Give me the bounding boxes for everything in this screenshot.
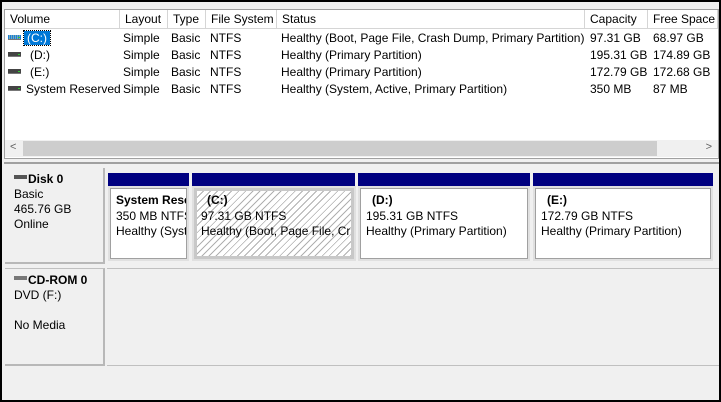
col-capacity[interactable]: Capacity — [585, 10, 648, 29]
file-system: NTFS — [210, 31, 242, 45]
cdrom-type: DVD (F:) — [14, 288, 62, 302]
volume-row[interactable]: System Reserved Simple Basic NTFS Health… — [5, 80, 718, 97]
disk-type: Basic — [14, 187, 44, 201]
type: Basic — [171, 65, 201, 79]
partition-bar — [533, 173, 713, 186]
capacity: 172.79 GB — [590, 65, 648, 79]
drive-icon — [8, 52, 21, 57]
partition-system-reserved[interactable]: System Rese 350 MB NTFS Healthy (Syst — [108, 186, 189, 261]
disk-icon — [14, 174, 27, 179]
volume-name: (C:) — [23, 30, 51, 46]
file-system: NTFS — [210, 65, 242, 79]
free-space: 172.68 GB — [653, 65, 711, 79]
partition-name: (D:) — [372, 193, 393, 207]
partition-status: Healthy (Syst — [116, 224, 187, 238]
col-file-system[interactable]: File System — [206, 10, 277, 29]
disk-state: Online — [14, 217, 49, 231]
volume-name: (E:) — [30, 65, 50, 79]
cdrom-state: No Media — [14, 318, 66, 332]
scrollbar-thumb[interactable] — [23, 141, 657, 156]
partition-name: (E:) — [547, 193, 567, 207]
volume-name: (D:) — [30, 48, 50, 62]
partition-name: (C:) — [207, 193, 228, 207]
layout: Simple — [123, 31, 160, 45]
volume-row[interactable]: (E:) Simple Basic NTFS Healthy (Primary … — [5, 63, 718, 80]
partition-status: Healthy (Primary Partition) — [366, 224, 507, 238]
horizontal-scrollbar[interactable]: < > — [5, 140, 718, 157]
disk-name: Disk 0 — [28, 172, 64, 186]
partition-d[interactable]: (D:) 195.31 GB NTFS Healthy (Primary Par… — [358, 186, 530, 261]
drive-icon — [8, 35, 21, 40]
layout: Simple — [123, 65, 160, 79]
col-status[interactable]: Status — [277, 10, 585, 29]
status: Healthy (Boot, Page File, Crash Dump, Pr… — [281, 31, 585, 45]
partition-size: 350 MB NTFS — [116, 208, 187, 223]
partition-size: 195.31 GB NTFS — [366, 208, 459, 223]
free-space: 87 MB — [653, 82, 688, 96]
pane-splitter[interactable] — [4, 162, 719, 164]
type: Basic — [171, 31, 201, 45]
partition-bar — [108, 173, 189, 186]
partition-size: 97.31 GB NTFS — [201, 208, 287, 223]
layout: Simple — [123, 82, 160, 96]
cdrom-area — [107, 268, 719, 366]
col-volume[interactable]: Volume — [5, 10, 120, 29]
disk-size: 465.76 GB — [14, 202, 72, 216]
partition-name: System Rese — [116, 193, 187, 207]
volume-row[interactable]: (C:) Simple Basic NTFS Healthy (Boot, Pa… — [5, 29, 718, 46]
status: Healthy (System, Active, Primary Partiti… — [281, 82, 508, 96]
drive-icon — [8, 69, 21, 74]
volume-row[interactable]: (D:) Simple Basic NTFS Healthy (Primary … — [5, 46, 718, 63]
type: Basic — [171, 48, 201, 62]
cdrom-icon — [14, 275, 27, 280]
col-layout[interactable]: Layout — [120, 10, 168, 29]
partition-bar — [358, 173, 530, 186]
volume-list: Volume Layout Type File System Status Ca… — [4, 9, 719, 159]
type: Basic — [171, 82, 201, 96]
partition-status: Healthy (Boot, Page File, Cra — [201, 224, 354, 238]
capacity: 350 MB — [590, 82, 632, 96]
cdrom-0-label[interactable]: CD-ROM 0 DVD (F:) No Media — [5, 268, 105, 366]
drive-icon — [8, 86, 21, 91]
col-type[interactable]: Type — [168, 10, 206, 29]
partition-e[interactable]: (E:) 172.79 GB NTFS Healthy (Primary Par… — [533, 186, 713, 261]
layout: Simple — [123, 48, 160, 62]
file-system: NTFS — [210, 48, 242, 62]
disk-0-label[interactable]: Disk 0 Basic 465.76 GB Online — [5, 168, 105, 264]
status: Healthy (Primary Partition) — [281, 65, 422, 79]
partition-status: Healthy (Primary Partition) — [541, 224, 682, 238]
file-system: NTFS — [210, 82, 242, 96]
free-space: 174.89 GB — [653, 48, 711, 62]
cdrom-name: CD-ROM 0 — [28, 273, 88, 287]
scroll-left-icon[interactable]: < — [10, 141, 16, 153]
status: Healthy (Primary Partition) — [281, 48, 422, 62]
col-free-space[interactable]: Free Space — [648, 10, 718, 29]
partition-c[interactable]: (C:) 97.31 GB NTFS Healthy (Boot, Page F… — [192, 186, 356, 261]
volume-name: System Reserved — [26, 82, 121, 96]
free-space: 68.97 GB — [653, 31, 704, 45]
partition-size: 172.79 GB NTFS — [541, 208, 634, 223]
scroll-right-icon[interactable]: > — [706, 141, 712, 153]
disk-management-window: Volume Layout Type File System Status Ca… — [2, 2, 719, 400]
partition-bar — [192, 173, 355, 186]
capacity: 97.31 GB — [590, 31, 641, 45]
capacity: 195.31 GB — [590, 48, 648, 62]
